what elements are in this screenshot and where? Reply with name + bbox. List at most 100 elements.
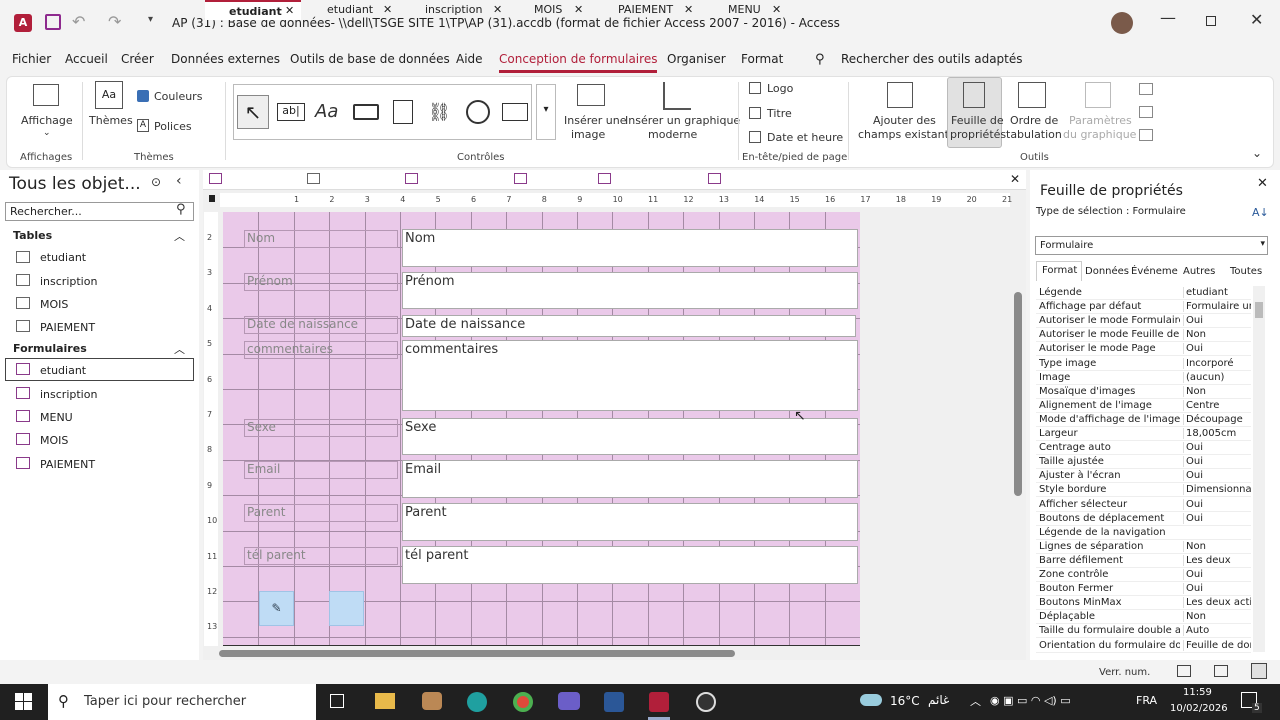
property-row[interactable]: Ajuster à l'écran Oui bbox=[1036, 469, 1251, 484]
property-row[interactable]: Mosaïque d'images Non bbox=[1036, 385, 1251, 399]
select-pointer-icon[interactable]: ↖ bbox=[237, 95, 269, 129]
tab-mois[interactable]: MOIS ✕ bbox=[510, 0, 592, 20]
chrome-icon[interactable] bbox=[513, 692, 533, 712]
property-row[interactable]: Barre défilement Les deux bbox=[1036, 554, 1251, 568]
button-icon[interactable] bbox=[353, 104, 379, 120]
app-icon[interactable] bbox=[422, 692, 442, 710]
ordre-tab-line1[interactable]: Ordre de bbox=[1010, 114, 1058, 127]
feuille-prop-line2[interactable]: propriétés bbox=[950, 128, 1006, 141]
menu-conception-formulaires[interactable]: Conception de formulaires bbox=[499, 52, 658, 73]
menu-creer[interactable]: Créer bbox=[121, 52, 154, 66]
close-icon[interactable]: ✕ bbox=[285, 4, 294, 17]
nav-table-mois[interactable]: MOIS bbox=[40, 298, 68, 311]
selection-dropdown[interactable]: Formulaire ▾ bbox=[1035, 236, 1268, 255]
property-row[interactable]: Afficher sélecteur Oui bbox=[1036, 498, 1251, 512]
property-row[interactable]: Déplaçable Non bbox=[1036, 610, 1251, 625]
nav-form-mois[interactable]: MOIS bbox=[40, 434, 68, 447]
property-value[interactable]: Incorporé bbox=[1183, 357, 1251, 369]
close-icon[interactable]: ✕ bbox=[383, 3, 392, 16]
property-value[interactable]: Découpage bbox=[1183, 413, 1251, 425]
themes-button[interactable]: Thèmes bbox=[89, 114, 133, 127]
field-textbox[interactable]: Parent bbox=[402, 503, 858, 541]
add-fields-icon[interactable] bbox=[887, 82, 913, 108]
clock-time[interactable]: 11:59 bbox=[1183, 687, 1212, 698]
web-browser-icon[interactable] bbox=[466, 100, 490, 124]
property-row[interactable]: Largeur 18,005cm bbox=[1036, 427, 1251, 441]
property-row[interactable]: Légende etudiant bbox=[1036, 286, 1251, 300]
word-icon[interactable] bbox=[604, 692, 624, 712]
property-value[interactable]: Oui bbox=[1183, 470, 1251, 482]
nav-table-inscription[interactable]: inscription bbox=[40, 275, 97, 288]
textbox-icon[interactable]: ab| bbox=[277, 103, 305, 121]
m365-icon[interactable] bbox=[558, 692, 580, 710]
avatar[interactable] bbox=[1111, 12, 1133, 34]
field-textbox[interactable]: Email bbox=[402, 460, 858, 498]
property-row[interactable]: Lignes de séparation Non bbox=[1036, 540, 1251, 554]
field-label[interactable]: Sexe bbox=[244, 419, 398, 437]
logo-button[interactable]: Logo bbox=[767, 82, 793, 95]
subform-icon[interactable] bbox=[1139, 106, 1153, 118]
property-scrollbar[interactable] bbox=[1253, 286, 1265, 652]
property-value[interactable]: (aucun) bbox=[1183, 371, 1251, 383]
windows-start-icon[interactable] bbox=[15, 693, 32, 710]
nav-form-inscription[interactable]: inscription bbox=[40, 388, 97, 401]
code-view-icon[interactable] bbox=[1139, 83, 1153, 95]
property-value[interactable]: Oui bbox=[1183, 315, 1251, 327]
inserer-image-line2[interactable]: image bbox=[571, 128, 605, 141]
field-label[interactable]: Email bbox=[244, 461, 398, 479]
property-row[interactable]: Taille du formulaire double a Auto bbox=[1036, 624, 1251, 639]
nav-table-etudiant[interactable]: etudiant bbox=[40, 251, 86, 264]
convert-macro-icon[interactable] bbox=[1139, 129, 1153, 141]
menu-format[interactable]: Format bbox=[741, 52, 783, 66]
inserer-image-line1[interactable]: Insérer une bbox=[564, 114, 627, 127]
field-textbox[interactable]: Sexe bbox=[402, 418, 858, 455]
menu-outils-bd[interactable]: Outils de base de données bbox=[290, 52, 450, 66]
field-textbox[interactable]: commentaires bbox=[402, 340, 858, 411]
ruler-corner[interactable] bbox=[209, 195, 215, 202]
property-row[interactable]: Orientation du formulaire do Feuille de d… bbox=[1036, 639, 1251, 653]
field-textbox[interactable]: Date de naissance bbox=[402, 315, 856, 337]
language-indicator[interactable]: FRA bbox=[1136, 694, 1157, 707]
prop-tab-donnees[interactable]: Données bbox=[1085, 266, 1129, 277]
edge-icon[interactable] bbox=[467, 692, 487, 712]
polices-button[interactable]: Polices bbox=[154, 120, 192, 133]
close-icon[interactable]: ✕ bbox=[1257, 176, 1268, 191]
clock-date[interactable]: 10/02/2026 bbox=[1170, 703, 1228, 714]
field-textbox[interactable]: tél parent bbox=[402, 546, 858, 584]
prop-tab-evenement[interactable]: Événeme bbox=[1131, 266, 1178, 277]
field-label[interactable]: Nom bbox=[244, 230, 398, 248]
hyperlink-icon[interactable]: ⛓ bbox=[428, 102, 451, 123]
command-button[interactable] bbox=[329, 591, 364, 626]
design-view-icon[interactable] bbox=[1251, 663, 1267, 679]
menu-accueil[interactable]: Accueil bbox=[65, 52, 108, 66]
ordre-tab-line2[interactable]: tabulation bbox=[1006, 128, 1062, 141]
property-value[interactable]: Les deux activ bbox=[1183, 597, 1251, 609]
inserer-graphique-line1[interactable]: Insérer un graphique bbox=[625, 114, 740, 127]
chevron-up-icon[interactable]: ︿ bbox=[174, 341, 185, 357]
field-label[interactable]: Date de naissance bbox=[244, 316, 398, 334]
couleurs-button[interactable]: Couleurs bbox=[154, 90, 202, 103]
save-icon[interactable] bbox=[45, 14, 61, 30]
close-icon[interactable]: ✕ bbox=[1250, 10, 1263, 29]
customize-toolbar-icon[interactable]: ▾ bbox=[148, 14, 153, 25]
nav-menu-icon[interactable]: ⊙ bbox=[151, 175, 161, 189]
property-row[interactable]: Type image Incorporé bbox=[1036, 357, 1251, 371]
weather-temp[interactable]: 16°C bbox=[890, 694, 920, 708]
file-explorer-icon[interactable] bbox=[375, 693, 395, 709]
tab-etudiant-table[interactable]: etudiant ✕ bbox=[303, 0, 399, 20]
property-value[interactable]: Oui bbox=[1183, 456, 1251, 468]
search-icon[interactable]: ⚲ bbox=[176, 202, 186, 217]
prop-tab-toutes[interactable]: Toutes bbox=[1230, 266, 1262, 277]
field-label[interactable]: commentaires bbox=[244, 341, 398, 359]
property-value[interactable]: Formulaire un bbox=[1183, 301, 1251, 313]
chevron-down-icon[interactable]: ▾ bbox=[1260, 239, 1265, 249]
property-row[interactable]: Alignement de l'image Centre bbox=[1036, 399, 1251, 413]
close-icon[interactable]: ✕ bbox=[684, 3, 693, 16]
affichage-button[interactable]: Affichage bbox=[21, 114, 73, 127]
tab-menu[interactable]: MENU ✕ bbox=[704, 0, 790, 20]
property-value[interactable]: Non bbox=[1183, 385, 1251, 397]
close-icon[interactable]: ✕ bbox=[574, 3, 583, 16]
property-row[interactable]: Taille ajustée Oui bbox=[1036, 455, 1251, 470]
weather-text[interactable]: غائم bbox=[928, 693, 949, 707]
menu-fichier[interactable]: Fichier bbox=[12, 52, 51, 66]
